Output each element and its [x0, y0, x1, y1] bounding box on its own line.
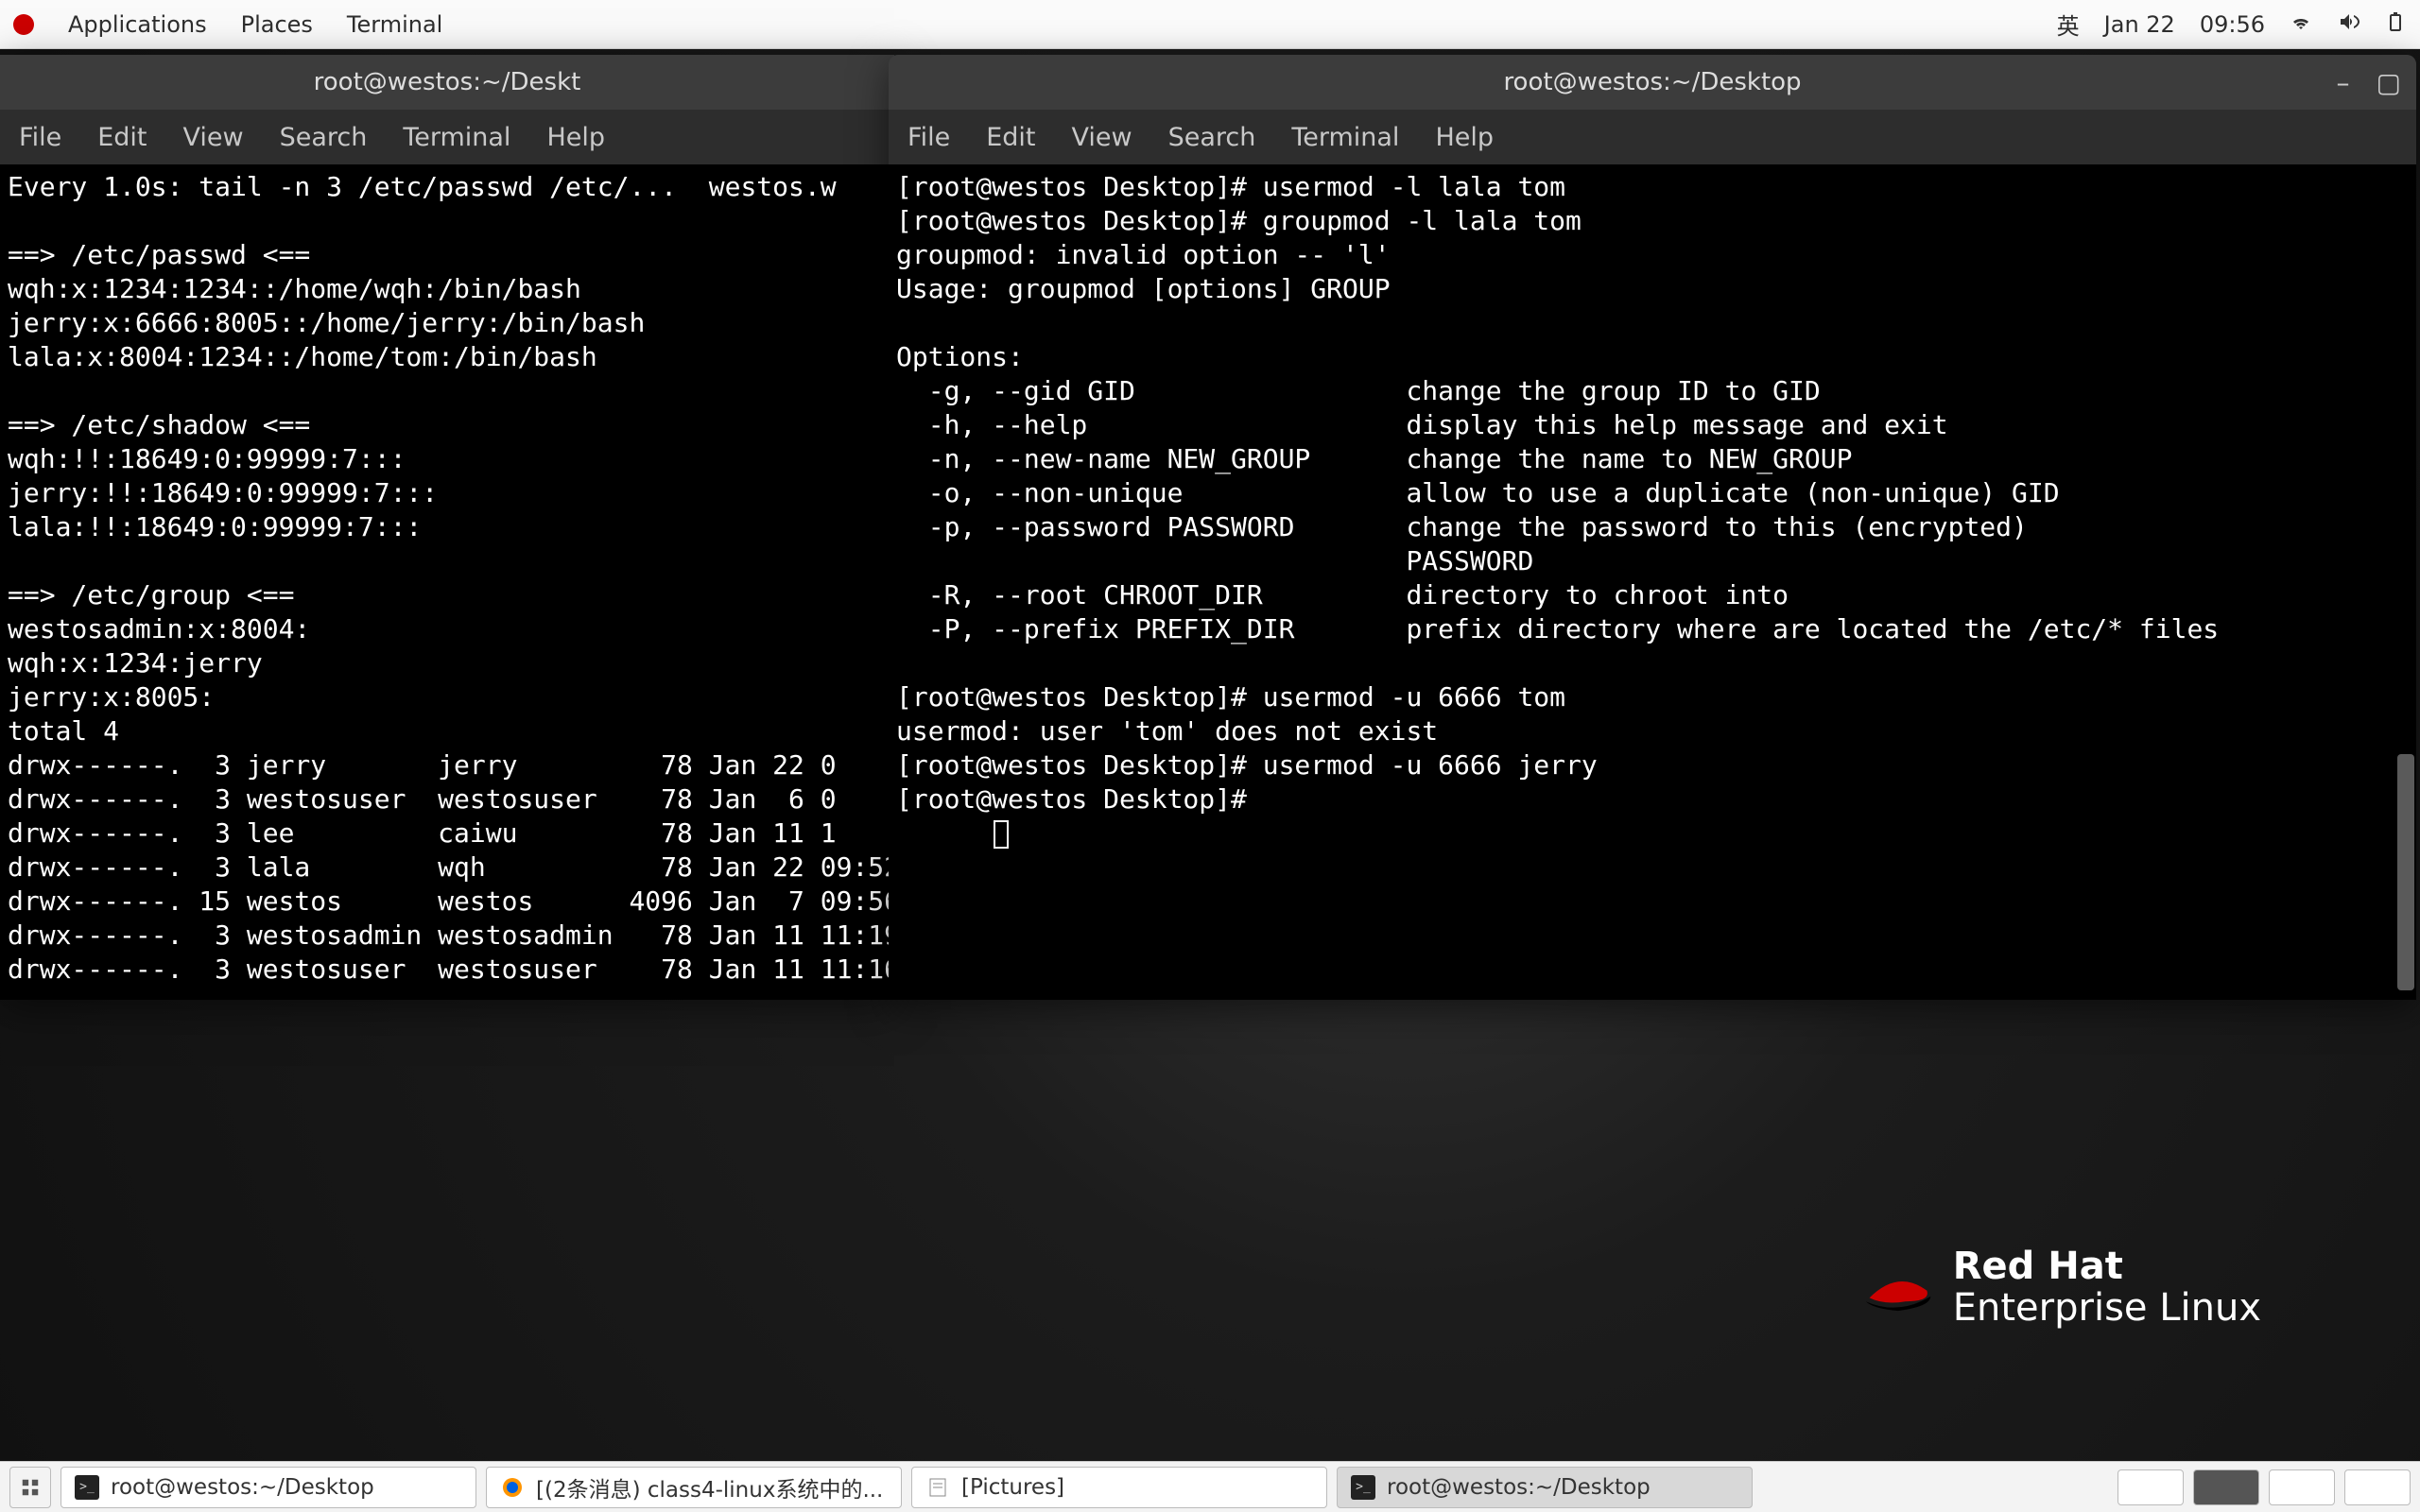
workspace-indicator-4[interactable] — [2344, 1469, 2411, 1505]
ime-indicator[interactable]: 英 — [2057, 8, 2080, 41]
gedit-icon — [925, 1475, 950, 1500]
topbar-date[interactable]: Jan 22 — [2104, 11, 2175, 38]
taskbar-item[interactable]: root@westos:~/Desktop — [60, 1467, 476, 1508]
terminal-icon — [1351, 1475, 1375, 1500]
rhel-branding: Red Hat Enterprise Linux — [1862, 1246, 2261, 1329]
desktop: root@westos:~/Deskt File Edit View Searc… — [0, 49, 2420, 1461]
redhat-icon — [1862, 1261, 1934, 1314]
firefox-icon — [500, 1475, 525, 1500]
battery-icon[interactable] — [2384, 10, 2407, 39]
terminal-window-left[interactable]: root@westos:~/Deskt File Edit View Searc… — [0, 55, 894, 1000]
taskbar-item-label: root@westos:~/Desktop — [111, 1475, 374, 1500]
maximize-button[interactable]: ▢ — [2377, 67, 2401, 98]
window-titlebar[interactable]: root@westos:~/Desktop – ▢ — [889, 55, 2416, 110]
menu-search[interactable]: Search — [1168, 123, 1256, 152]
menu-file[interactable]: File — [19, 123, 61, 152]
taskbar-item-label: [(2条消息) class4-linux系统中的... — [536, 1471, 883, 1503]
menu-file[interactable]: File — [908, 123, 950, 152]
minimize-button[interactable]: – — [2337, 67, 2350, 98]
menu-view[interactable]: View — [1071, 123, 1132, 152]
topbar-time[interactable]: 09:56 — [2200, 11, 2265, 38]
menu-view[interactable]: View — [182, 123, 243, 152]
volume-icon[interactable] — [2337, 10, 2360, 39]
menu-terminal[interactable]: Terminal — [1291, 123, 1399, 152]
window-titlebar[interactable]: root@westos:~/Deskt — [0, 55, 894, 110]
menu-current-app[interactable]: Terminal — [347, 11, 442, 38]
taskbar-item[interactable]: [(2条消息) class4-linux系统中的... — [486, 1467, 902, 1508]
workspace-indicator-1[interactable] — [2118, 1469, 2184, 1505]
gnome-topbar: Applications Places Terminal 英 Jan 22 09… — [0, 0, 2420, 49]
taskbar-item[interactable]: [Pictures] — [911, 1467, 1327, 1508]
terminal-menubar: File Edit View Search Terminal Help — [0, 110, 894, 164]
menu-help[interactable]: Help — [546, 123, 605, 152]
menu-search[interactable]: Search — [280, 123, 368, 152]
taskbar: root@westos:~/Desktop [(2条消息) class4-linu… — [0, 1461, 2420, 1512]
terminal-output[interactable]: [root@westos Desktop]# usermod -l lala t… — [889, 164, 2416, 1000]
taskbar-item[interactable]: root@westos:~/Desktop — [1337, 1467, 1753, 1508]
menu-terminal[interactable]: Terminal — [403, 123, 510, 152]
menu-edit[interactable]: Edit — [986, 123, 1035, 152]
menu-applications[interactable]: Applications — [68, 11, 207, 38]
workspace-indicator-3[interactable] — [2269, 1469, 2335, 1505]
terminal-output[interactable]: Every 1.0s: tail -n 3 /etc/passwd /etc/.… — [0, 164, 894, 1000]
show-desktop-button[interactable] — [9, 1467, 51, 1508]
terminal-menubar: File Edit View Search Terminal Help — [889, 110, 2416, 164]
terminal-window-right[interactable]: root@westos:~/Desktop – ▢ File Edit View… — [889, 55, 2416, 1000]
terminal-icon — [75, 1475, 99, 1500]
wifi-icon[interactable] — [2290, 10, 2312, 39]
window-title: root@westos:~/Deskt — [314, 68, 581, 96]
rhel-text-2: Enterprise Linux — [1953, 1287, 2261, 1329]
rhel-text-1: Red Hat — [1953, 1246, 2261, 1287]
terminal-cursor — [994, 820, 1009, 849]
window-title: root@westos:~/Desktop — [1503, 68, 1801, 96]
workspace-indicator-2[interactable] — [2193, 1469, 2259, 1505]
scrollbar-thumb[interactable] — [2397, 754, 2414, 990]
terminal-scrollbar[interactable] — [2397, 168, 2414, 1000]
taskbar-item-label: [Pictures] — [961, 1475, 1064, 1500]
menu-edit[interactable]: Edit — [97, 123, 147, 152]
menu-help[interactable]: Help — [1435, 123, 1494, 152]
menu-places[interactable]: Places — [241, 11, 313, 38]
redhat-icon — [13, 14, 34, 35]
taskbar-item-label: root@westos:~/Desktop — [1387, 1475, 1651, 1500]
